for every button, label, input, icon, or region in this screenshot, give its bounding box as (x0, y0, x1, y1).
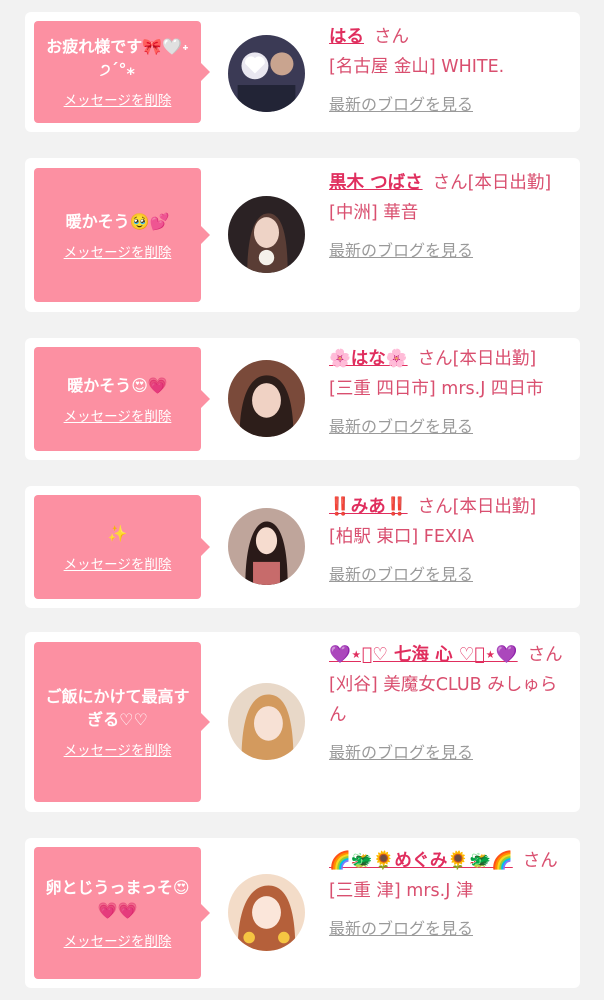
avatar[interactable] (228, 196, 305, 273)
shop-name: [名古屋 金山] WHITE. (329, 57, 505, 77)
blog-link[interactable]: 最新のブログを見る (329, 738, 473, 768)
message-card: お疲れ様です🎀🤍˖ ੭ˊ°⁎ メッセージを削除 はる さん [名古屋 金山] WH… (25, 12, 580, 132)
cast-info: 黒木 つばさ さん[本日出勤] [中洲] 華音 最新のブログを見る (329, 168, 574, 266)
message-card: 暖かそう😍💗 メッセージを削除 🌸はな🌸 さん[本日出勤] [三重 四日市] mr… (25, 338, 580, 460)
delete-message-link[interactable]: メッセージを削除 (64, 553, 172, 573)
avatar[interactable] (228, 360, 305, 437)
status: [本日出勤] (452, 497, 537, 517)
message-card: 卵とじうっまっそ😍💗💗 メッセージを削除 🌈🐲🌻めぐみ🌻🐲🌈 さん [三重 津] … (25, 838, 580, 988)
cast-name-link[interactable]: 黒木 つばさ (329, 173, 423, 193)
honorific: さん (522, 851, 558, 871)
cast-info: 🌸はな🌸 さん[本日出勤] [三重 四日市] mrs.J 四日市 最新のブログを見… (329, 344, 574, 442)
status: [本日出勤] (467, 173, 552, 193)
delete-message-link[interactable]: メッセージを削除 (64, 89, 172, 109)
avatar[interactable] (228, 683, 305, 760)
honorific: さん (417, 497, 453, 517)
message-text: 暖かそう😍💗 (67, 375, 168, 395)
shop-name: [柏駅 東口] FEXIA (329, 527, 475, 547)
avatar[interactable] (228, 508, 305, 585)
honorific: さん (417, 349, 453, 369)
cast-info: 🌈🐲🌻めぐみ🌻🐲🌈 さん [三重 津] mrs.J 津 最新のブログを見る (329, 846, 574, 944)
cast-info: 💜⋆͛♡ 七海 心 ♡͛⋆💜 さん [刈谷] 美魔女CLUB みしゅらん 最新のブ… (329, 640, 574, 768)
blog-link[interactable]: 最新のブログを見る (329, 412, 473, 442)
message-bubble: 卵とじうっまっそ😍💗💗 メッセージを削除 (34, 847, 210, 979)
cast-info: はる さん [名古屋 金山] WHITE. 最新のブログを見る (329, 22, 574, 120)
shop-name: [中洲] 華音 (329, 203, 419, 223)
cast-name-link[interactable]: 🌸はな🌸 (329, 349, 408, 369)
message-text: お疲れ様です🎀🤍˖ ੭ˊ°⁎ (46, 37, 189, 79)
avatar[interactable] (228, 35, 305, 112)
delete-message-link[interactable]: メッセージを削除 (64, 405, 172, 425)
honorific: さん (432, 173, 468, 193)
honorific: さん (374, 27, 409, 47)
message-text: 暖かそう🥹💕 (65, 211, 170, 231)
message-bubble: ✨ メッセージを削除 (34, 495, 210, 599)
message-bubble: お疲れ様です🎀🤍˖ ੭ˊ°⁎ メッセージを削除 (34, 21, 210, 123)
cast-name-link[interactable]: 🌈🐲🌻めぐみ🌻🐲🌈 (329, 851, 513, 871)
blog-link[interactable]: 最新のブログを見る (329, 90, 473, 120)
message-text: ✨ (107, 523, 128, 543)
cast-info: ‼️みあ‼️ さん[本日出勤] [柏駅 東口] FEXIA 最新のブログを見る (329, 492, 574, 590)
message-card: ご飯にかけて最高すぎる♡♡ メッセージを削除 💜⋆͛♡ 七海 心 ♡͛⋆💜 さん … (25, 632, 580, 812)
message-text: 卵とじうっまっそ😍💗💗 (45, 878, 190, 920)
message-bubble: 暖かそう😍💗 メッセージを削除 (34, 347, 210, 451)
avatar[interactable] (228, 874, 305, 951)
cast-name-link[interactable]: はる (329, 27, 364, 47)
blog-link[interactable]: 最新のブログを見る (329, 914, 473, 944)
blog-link[interactable]: 最新のブログを見る (329, 236, 473, 266)
message-bubble: 暖かそう🥹💕 メッセージを削除 (34, 168, 210, 302)
honorific: さん (527, 645, 563, 665)
message-bubble: ご飯にかけて最高すぎる♡♡ メッセージを削除 (34, 642, 210, 802)
shop-name: [三重 四日市] mrs.J 四日市 (329, 379, 544, 399)
cast-name-link[interactable]: 💜⋆͛♡ 七海 心 ♡͛⋆💜 (329, 645, 518, 665)
message-card: ✨ メッセージを削除 ‼️みあ‼️ さん[本日出勤] [柏駅 東口] FEXIA … (25, 486, 580, 608)
message-card: 暖かそう🥹💕 メッセージを削除 黒木 つばさ さん[本日出勤] [中洲] 華音 最… (25, 158, 580, 312)
shop-name: [三重 津] mrs.J 津 (329, 881, 474, 901)
cast-name-link[interactable]: ‼️みあ‼️ (329, 497, 408, 517)
delete-message-link[interactable]: メッセージを削除 (64, 241, 172, 261)
shop-name: [刈谷] 美魔女CLUB みしゅらん (329, 675, 558, 725)
status: [本日出勤] (452, 349, 537, 369)
delete-message-link[interactable]: メッセージを削除 (64, 739, 172, 759)
delete-message-link[interactable]: メッセージを削除 (64, 930, 172, 950)
blog-link[interactable]: 最新のブログを見る (329, 560, 473, 590)
message-text: ご飯にかけて最高すぎる♡♡ (45, 687, 190, 729)
